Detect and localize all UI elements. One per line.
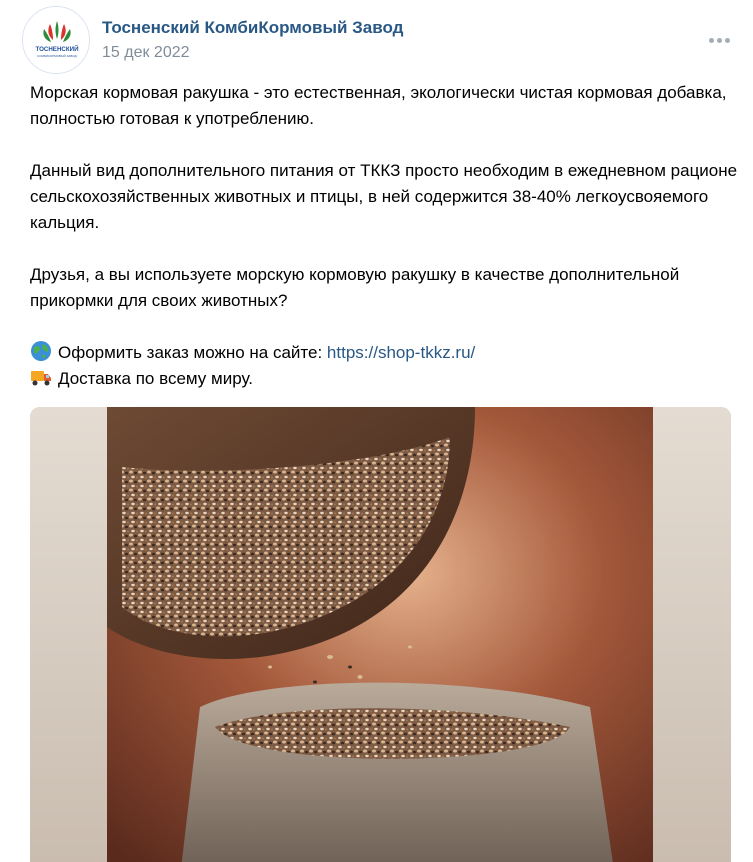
more-options-button[interactable]	[705, 30, 733, 50]
globe-emoji-icon	[31, 341, 51, 361]
post-header: ТОСНЕНСКИЙ КОМБИКОРМОВЫЙ ЗАВОД Тосненски…	[22, 6, 739, 74]
more-dot-icon	[716, 37, 722, 43]
order-text: Оформить заказ можно на сайте:	[58, 343, 327, 362]
shop-link[interactable]: https://shop-tkkz.ru/	[327, 343, 475, 362]
order-line: Оформить заказ можно на сайте: https://s…	[30, 340, 742, 366]
avatar-brand-text: ТОСНЕНСКИЙ	[35, 45, 79, 53]
avatar-brand-subtext: КОМБИКОРМОВЫЙ ЗАВОД	[37, 54, 76, 58]
post-date[interactable]: 15 дек 2022	[102, 44, 190, 62]
author-name-link[interactable]: Тосненский КомбиКормовый Завод	[102, 18, 403, 38]
delivery-truck-emoji-icon	[31, 371, 51, 386]
post-paragraph-intro: Морская кормовая ракушка - это естествен…	[30, 83, 727, 128]
delivery-line: Доставка по всему миру.	[30, 366, 742, 392]
post-paragraph-question: Друзья, а вы используете морскую кормову…	[30, 265, 680, 310]
more-dot-icon	[724, 37, 730, 43]
post-paragraph-details: Данный вид дополнительного питания от ТК…	[30, 161, 738, 232]
avatar[interactable]: ТОСНЕНСКИЙ КОМБИКОРМОВЫЙ ЗАВОД	[22, 6, 90, 74]
more-dot-icon	[708, 37, 714, 43]
delivery-text: Доставка по всему миру.	[58, 369, 253, 388]
post-photo[interactable]	[30, 407, 731, 862]
brand-logo-icon: ТОСНЕНСКИЙ КОМБИКОРМОВЫЙ ЗАВОД	[23, 7, 89, 73]
post-card: ТОСНЕНСКИЙ КОМБИКОРМОВЫЙ ЗАВОД Тосненски…	[0, 0, 753, 862]
shell-feed-photo	[30, 407, 731, 862]
post-text: Морская кормовая ракушка - это естествен…	[30, 80, 742, 392]
